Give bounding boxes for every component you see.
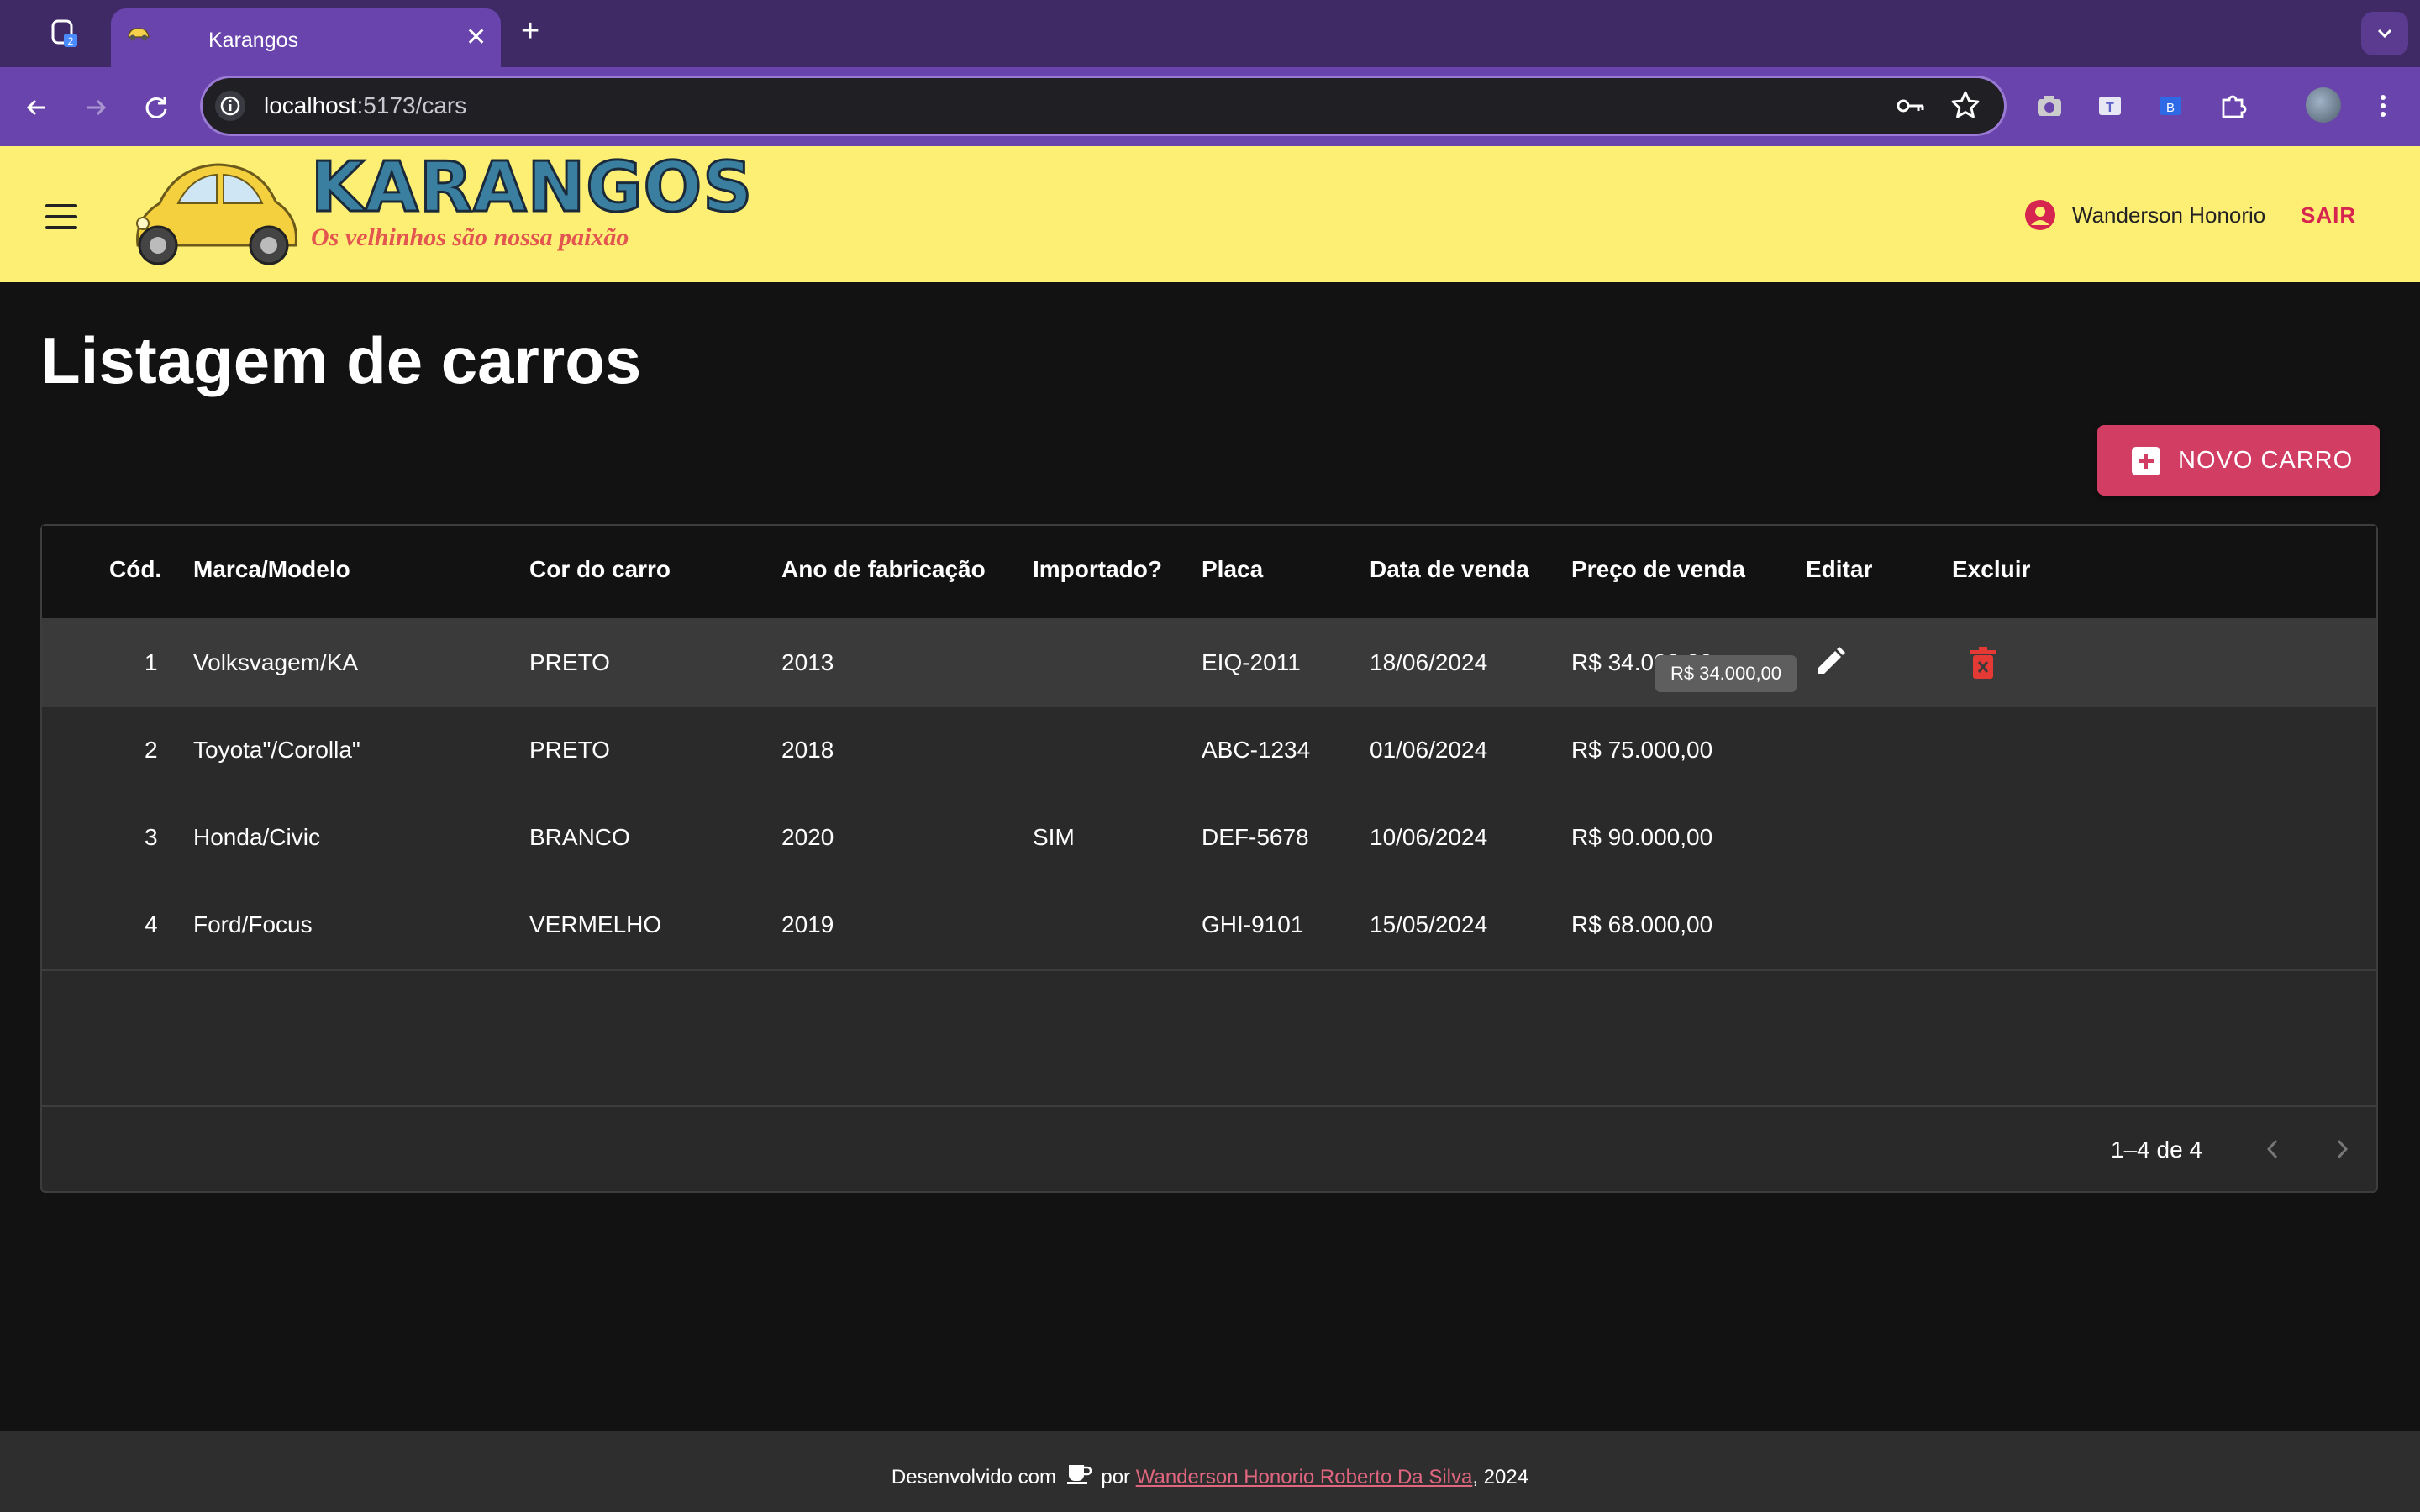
back-arrow-icon[interactable] <box>20 91 54 124</box>
cell-id: 4 <box>145 911 158 937</box>
add-box-icon <box>2132 447 2160 475</box>
url-text: localhost:5173/cars <box>264 92 466 119</box>
svg-text:B: B <box>2166 101 2175 115</box>
cell-year: 2019 <box>781 911 834 937</box>
column-header-price[interactable]: Preço de venda <box>1571 556 1745 583</box>
column-header-cod[interactable]: Cód. <box>109 556 161 583</box>
cell-color: BRANCO <box>529 824 630 850</box>
cell-model: Honda/Civic <box>193 824 320 850</box>
delete-trash-icon[interactable] <box>1966 645 2000 680</box>
camera-extension-icon[interactable] <box>2035 92 2064 120</box>
teams-extension-icon[interactable]: T <box>2096 92 2124 120</box>
previous-page-icon[interactable] <box>2260 1134 2286 1164</box>
column-header-imported[interactable]: Importado? <box>1033 556 1162 583</box>
footer-credits: Desenvolvido com por Wanderson Honorio R… <box>0 1462 2420 1489</box>
new-tab-button[interactable]: + <box>521 15 539 47</box>
cell-plate: DEF-5678 <box>1202 824 1309 850</box>
cell-id: 3 <box>145 824 158 850</box>
menu-hamburger-icon[interactable] <box>45 204 77 229</box>
cell-model: Toyota"/Corolla" <box>193 737 360 763</box>
next-page-icon[interactable] <box>2329 1134 2354 1164</box>
car-favicon-icon <box>126 25 151 41</box>
pagination-range: 1–4 de 4 <box>2111 1137 2202 1163</box>
cell-id: 2 <box>145 737 158 763</box>
cell-sale-date: 18/06/2024 <box>1370 649 1488 675</box>
column-header-plate[interactable]: Placa <box>1202 556 1263 583</box>
author-link[interactable]: Wanderson Honorio Roberto Da Silva <box>1136 1466 1473 1488</box>
cell-plate: EIQ-2011 <box>1202 649 1301 675</box>
coffee-cup-icon <box>1066 1465 1092 1484</box>
close-tab-icon[interactable]: ✕ <box>466 25 487 50</box>
cell-year: 2018 <box>781 737 834 763</box>
browser-menu-icon[interactable] <box>2375 89 2391 123</box>
new-car-button-label: NOVO CARRO <box>2178 447 2354 474</box>
footer-suffix: , 2024 <box>1472 1466 1529 1488</box>
cell-price: R$ 68.000,00 <box>1571 911 1713 937</box>
cell-sale-date: 15/05/2024 <box>1370 911 1488 937</box>
footer-prefix: Desenvolvido com <box>891 1466 1056 1488</box>
cell-plate: ABC-1234 <box>1202 737 1311 763</box>
svg-text:2: 2 <box>68 35 74 47</box>
cell-price: R$ 90.000,00 <box>1571 824 1713 850</box>
car-logo-image <box>126 151 302 269</box>
site-info-icon[interactable] <box>213 89 247 123</box>
page-title: Listagem de carros <box>40 323 642 397</box>
price-tooltip: R$ 34.000,00 <box>1655 655 1797 692</box>
cell-color: PRETO <box>529 737 610 763</box>
cell-imported: SIM <box>1033 824 1075 850</box>
cell-id: 1 <box>145 649 158 675</box>
cell-sale-date: 01/06/2024 <box>1370 737 1488 763</box>
extensions-puzzle-icon[interactable] <box>2218 92 2247 120</box>
cell-sale-date: 10/06/2024 <box>1370 824 1488 850</box>
tab-title: Karangos <box>208 29 299 52</box>
footer-middle: por <box>1101 1466 1131 1488</box>
reload-icon[interactable] <box>139 91 173 124</box>
bookmark-star-icon[interactable] <box>1949 89 1981 121</box>
cell-model: Volksvagem/KA <box>193 649 359 675</box>
column-header-color[interactable]: Cor do carro <box>529 556 671 583</box>
browser-tabstrip: 2 Karangos ✕ + <box>0 0 2420 67</box>
user-account-icon <box>2025 200 2055 230</box>
profile-avatar[interactable] <box>2306 87 2341 123</box>
column-header-delete: Excluir <box>1952 556 2031 582</box>
browser-tab-active[interactable]: Karangos ✕ <box>111 8 501 67</box>
url-host: localhost <box>264 92 357 118</box>
cell-price: R$ 75.000,00 <box>1571 737 1713 763</box>
cell-year: 2020 <box>781 824 834 850</box>
cell-model: Ford/Focus <box>193 911 313 937</box>
svg-text:T: T <box>2106 101 2114 115</box>
table-pagination <box>42 1105 2376 1193</box>
user-name: Wanderson Honorio <box>2072 202 2266 228</box>
cell-plate: GHI-9101 <box>1202 911 1304 937</box>
column-header-model[interactable]: Marca/Modelo <box>193 556 350 583</box>
logo-slogan: Os velhinhos são nossa paixão <box>311 223 629 251</box>
tab-list-button[interactable] <box>2361 12 2408 55</box>
logout-button[interactable]: SAIR <box>2301 202 2356 228</box>
column-header-year[interactable]: Ano de fabricação <box>781 556 986 583</box>
edit-pencil-icon[interactable] <box>1813 645 1847 679</box>
column-header-edit: Editar <box>1806 556 1873 582</box>
cell-color: PRETO <box>529 649 610 675</box>
cell-color: VERMELHO <box>529 911 662 937</box>
address-bar[interactable] <box>200 76 2007 136</box>
translate-extension-icon[interactable]: B <box>2156 92 2185 120</box>
cell-year: 2013 <box>781 649 834 675</box>
column-header-sale-date[interactable]: Data de venda <box>1370 556 1529 583</box>
forward-arrow-icon[interactable] <box>79 91 113 124</box>
logo-wordmark: KARANGOS <box>309 147 754 229</box>
password-key-icon[interactable] <box>1896 92 1926 119</box>
url-path: :5173/cars <box>356 92 467 118</box>
tab-search-icon[interactable]: 2 <box>50 18 79 49</box>
